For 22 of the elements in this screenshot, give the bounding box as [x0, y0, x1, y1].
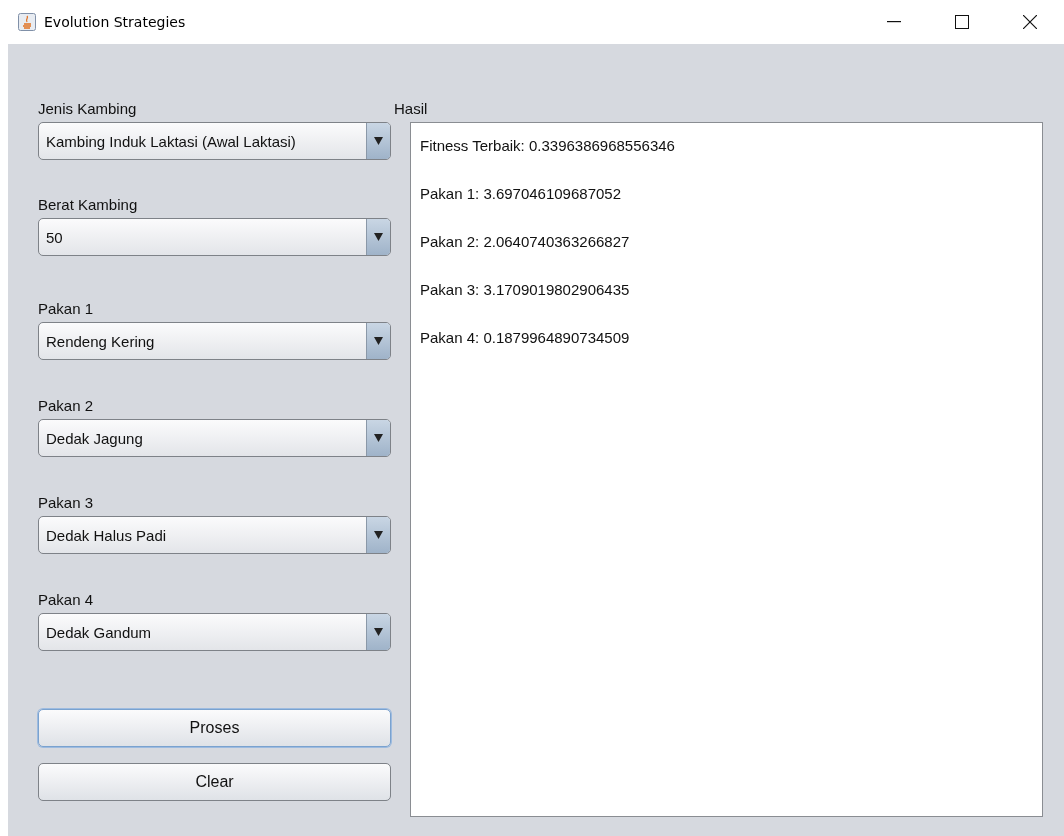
result-label: Hasil [394, 99, 429, 119]
dropdown[interactable]: Rendeng Kering [38, 322, 391, 360]
action-button[interactable]: Proses [38, 709, 391, 747]
result-line: Pakan 1: 3.697046109687052 [420, 184, 623, 204]
result-line: Pakan 3: 3.1709019802906435 [420, 280, 631, 300]
field-label: Jenis Kambing [38, 99, 138, 119]
dropdown[interactable]: Kambing Induk Laktasi (Awal Laktasi) [38, 122, 391, 160]
dropdown[interactable]: Dedak Gandum [38, 613, 391, 651]
result-line: Fitness Terbaik: 0.3396386968556346 [420, 136, 676, 156]
field-label: Pakan 4 [38, 590, 95, 610]
result-text-area[interactable]: Fitness Terbaik: 0.3396386968556346 Pakan 1: 3.697046109687052 Pakan 2: 2.0640740363266827 Pakan 3: 3.1709019802906435 Pakan 4: 0.1879964890734509 [410, 122, 1043, 817]
window-title: Evolution Strategies [44, 14, 186, 30]
result-line: Pakan 4: 0.1879964890734509 [420, 328, 631, 348]
dropdown[interactable]: 50 [38, 218, 391, 256]
field-label: Pakan 1 [38, 299, 95, 319]
field-label: Berat Kambing [38, 195, 139, 215]
field-label: Pakan 2 [38, 396, 95, 416]
dropdown[interactable]: Dedak Halus Padi [38, 516, 391, 554]
result-line: Pakan 2: 2.0640740363266827 [420, 232, 631, 252]
action-button[interactable]: Clear [38, 763, 391, 801]
field-label: Pakan 3 [38, 493, 95, 513]
dropdown[interactable]: Dedak Jagung [38, 419, 391, 457]
